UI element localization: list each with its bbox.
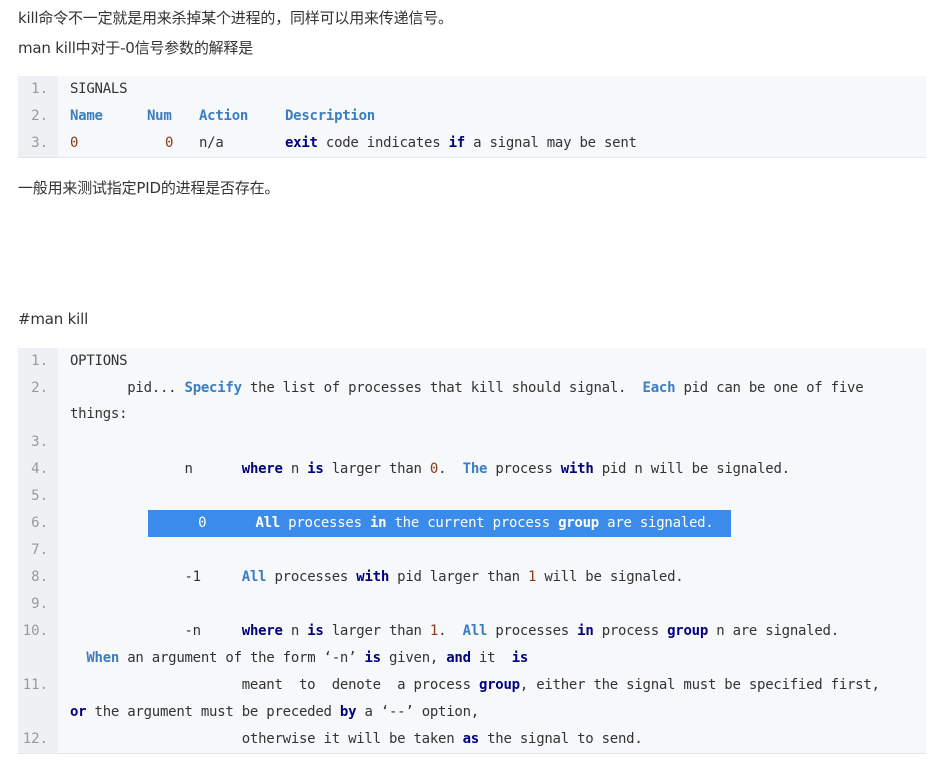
code-line: -1 All processes with pid larger than 1 … [70, 569, 684, 585]
code-line: 0 0 n/a exit code indicates if a signal may… [70, 135, 637, 151]
intro-line-1: kill命令不一定就是用来杀掉某个进程的，同样可以用来传递信号。 [18, 9, 453, 27]
code-line: things: [70, 406, 128, 422]
code-line: When an argument of the form ‘-n’ is giv… [86, 650, 529, 666]
code-line: otherwise it will be taken as the signal… [70, 731, 643, 747]
line-number: 11. [22, 677, 48, 693]
line-number: 1. [31, 81, 48, 97]
code-line: Name Num Action Description [70, 108, 375, 124]
middle-text: 一般用来测试指定PID的进程是否存在。 [18, 179, 280, 197]
line-number: 12. [22, 731, 48, 747]
line-number: 2. [31, 108, 48, 124]
code-line: pid... Specify the list of processes tha… [70, 380, 864, 396]
line-number: 7. [31, 542, 48, 558]
code-line: OPTIONS [70, 353, 128, 369]
line-number: 5. [31, 488, 48, 504]
options-code-block: 1. 2. 3. 4. 5. 6. 7. 8. 9. 10. 11. 12. O… [18, 348, 926, 754]
code-line: meant to denote a process group, either … [70, 677, 880, 693]
code-line: SIGNALS [70, 81, 128, 97]
line-number: 3. [31, 135, 48, 151]
code-line: -n where n is larger than 1. All process… [70, 623, 840, 639]
line-number: 10. [22, 623, 48, 639]
intro-line-2: man kill中对于-0信号参数的解释是 [18, 39, 254, 57]
line-number: 9. [31, 596, 48, 612]
line-number: 3. [31, 434, 48, 450]
code-line: or the argument must be preceded by a ‘-… [70, 704, 479, 720]
line-number: 2. [31, 380, 48, 396]
line-number: 8. [31, 569, 48, 585]
line-number: 4. [31, 461, 48, 477]
code-line: n where n is larger than 0. The process … [70, 461, 791, 477]
line-number: 6. [31, 515, 48, 531]
line-number: 1. [31, 353, 48, 369]
signals-code-block: 1. 2. 3. SIGNALS Name Num Action Descriptio… [18, 76, 926, 158]
selected-text-highlight: 0 All processes in the current process g… [148, 510, 731, 537]
man-heading: #man kill [18, 310, 89, 328]
